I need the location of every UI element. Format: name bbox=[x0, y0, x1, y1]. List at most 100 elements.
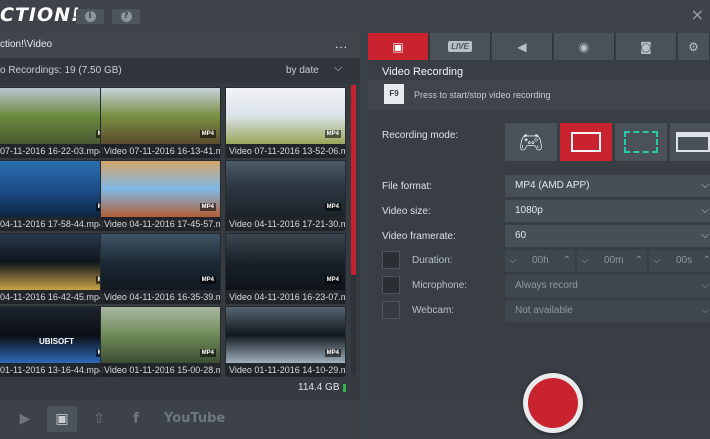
live-label: LIVE bbox=[448, 41, 472, 52]
webcam-icon: ◉ bbox=[578, 39, 590, 54]
thumbnail-caption: Video 04-11-2016 16-23-07.mp4 bbox=[226, 290, 345, 304]
thumbnail-caption: Video 04-11-2016 16-35-39.mp4 bbox=[101, 290, 220, 304]
video-thumbnail[interactable]: MP4 Video 07-11-2016 13-52-06.mp4 bbox=[225, 87, 346, 158]
thumbnail-grid: MP4 07-11-2016 16-22-03.mp4 MP4 Video 07-11… bbox=[0, 87, 350, 411]
mode-tabs: ▣ LIVE ◀ ◉ ◙ ⚙ bbox=[368, 33, 710, 60]
game-mode-button[interactable]: 🎮︎ bbox=[505, 123, 557, 161]
hotkey-row: F9 Press to start/stop video recording bbox=[368, 80, 710, 110]
record-button[interactable] bbox=[523, 373, 583, 433]
format-badge: MP4 bbox=[324, 203, 341, 211]
duration-hours[interactable]: ⌵ 00h ⌃ bbox=[505, 250, 575, 272]
microphone-label: Microphone: bbox=[412, 280, 468, 291]
open-folder-button[interactable]: ▣ bbox=[47, 406, 77, 432]
duration-checkbox[interactable] bbox=[382, 251, 400, 269]
tab-settings[interactable]: ⚙ bbox=[678, 33, 710, 60]
thumbnail-caption: Video 04-11-2016 17-45-57.mp4 bbox=[101, 217, 220, 231]
thumbnail-caption: 07-11-2016 16-22-03.mp4 bbox=[0, 144, 116, 158]
play-button[interactable]: ▶ bbox=[10, 406, 40, 432]
duration-minutes[interactable]: ⌵ 00m ⌃ bbox=[577, 250, 647, 272]
library-toolbar: ▶ ▣ ⇧ f YouTube bbox=[0, 400, 360, 439]
more-options-button[interactable]: ... bbox=[335, 37, 348, 51]
window-icon bbox=[675, 132, 710, 152]
hotkey-badge[interactable]: F9 bbox=[384, 84, 404, 104]
recording-mode-label: Recording mode: bbox=[382, 130, 459, 141]
thumbnail-caption: 04-11-2016 16-42-45.mp4 bbox=[0, 290, 116, 304]
chevron-down-icon: ⌵ bbox=[509, 255, 517, 266]
tab-screenshot[interactable]: ◙ bbox=[616, 33, 677, 60]
video-thumbnail[interactable]: MP4 Video 04-11-2016 16-35-39.mp4 bbox=[100, 233, 221, 304]
folder-path: ction!\Video bbox=[0, 39, 53, 50]
video-size-select[interactable]: 1080p ⌵ bbox=[505, 200, 710, 222]
chevron-up-icon: ⌃ bbox=[562, 255, 571, 266]
screen-mode-button[interactable] bbox=[560, 123, 612, 161]
thumbnail-caption: 01-11-2016 13-16-44.mp4 bbox=[0, 363, 116, 377]
file-format-value: MP4 (AMD APP) bbox=[515, 180, 590, 191]
thumbnail-caption: Video 07-11-2016 16-13-41.mp4 bbox=[101, 144, 220, 158]
thumbnail-caption: Video 07-11-2016 13-52-06.mp4 bbox=[226, 144, 345, 158]
webcam-value: Not available bbox=[515, 305, 573, 316]
video-thumbnail[interactable]: MP4 Video 01-11-2016 14-10-29.mp4 bbox=[225, 306, 346, 377]
ubisoft-logo: UBISOFT bbox=[38, 337, 75, 346]
tab-audio[interactable]: ◀ bbox=[492, 33, 553, 60]
video-thumbnail[interactable]: MP4 Video 04-11-2016 16-23-07.mp4 bbox=[225, 233, 346, 304]
recordings-info-bar: o Recordings: 19 (7.50 GB) by date ⌵ bbox=[0, 58, 360, 83]
title-bar: CTION! i ? × bbox=[0, 0, 710, 33]
window-mode-button[interactable] bbox=[670, 123, 710, 161]
tab-webcam[interactable]: ◉ bbox=[554, 33, 615, 60]
help-icon: ? bbox=[120, 11, 132, 22]
close-icon[interactable]: × bbox=[691, 5, 704, 24]
region-icon bbox=[624, 131, 658, 153]
camera-icon: ◙ bbox=[640, 39, 652, 54]
upload-button[interactable]: ⇧ bbox=[84, 406, 114, 432]
tab-live[interactable]: LIVE bbox=[430, 33, 491, 60]
sort-dropdown[interactable]: by date bbox=[286, 65, 319, 76]
file-format-label: File format: bbox=[382, 181, 433, 192]
chevron-down-icon: ⌵ bbox=[701, 205, 709, 216]
duration-seconds[interactable]: ⌵ 00s ⌃ bbox=[649, 250, 710, 272]
microphone-select[interactable]: Always record ⌵ bbox=[505, 275, 710, 297]
format-badge: MP4 bbox=[324, 276, 341, 284]
webcam-label: Webcam: bbox=[412, 305, 455, 316]
info-icon: i bbox=[84, 11, 96, 22]
thumbnail-caption: Video 04-11-2016 17-21-30.mp4 bbox=[226, 217, 345, 231]
format-badge: MP4 bbox=[199, 130, 216, 138]
recordings-count: o Recordings: 19 (7.50 GB) bbox=[0, 65, 122, 76]
webcam-select[interactable]: Not available ⌵ bbox=[505, 300, 710, 322]
video-size-label: Video size: bbox=[382, 206, 431, 217]
video-thumbnail[interactable]: MP4 Video 04-11-2016 17-45-57.mp4 bbox=[100, 160, 221, 231]
framerate-label: Video framerate: bbox=[382, 231, 456, 242]
microphone-checkbox[interactable] bbox=[382, 276, 400, 294]
speaker-icon: ◀ bbox=[517, 39, 527, 54]
chevron-down-icon: ⌵ bbox=[701, 305, 709, 316]
webcam-checkbox[interactable] bbox=[382, 301, 400, 319]
video-size-value: 1080p bbox=[515, 205, 543, 216]
area-mode-button[interactable] bbox=[615, 123, 667, 161]
folder-path-bar: ction!\Video ... bbox=[0, 33, 360, 58]
duration-label: Duration: bbox=[412, 255, 453, 266]
chevron-down-icon: ⌵ bbox=[653, 255, 661, 266]
chevron-down-icon: ⌵ bbox=[701, 230, 709, 241]
thumbnail-caption: 04-11-2016 17-58-44.mp4 bbox=[0, 217, 116, 231]
storage-free: 114.4 GB bbox=[298, 382, 340, 393]
video-thumbnail[interactable]: MP4 Video 07-11-2016 16-13-41.mp4 bbox=[100, 87, 221, 158]
help-button[interactable]: ? bbox=[112, 9, 140, 24]
section-title: Video Recording bbox=[382, 66, 464, 78]
hours-value: 00h bbox=[532, 255, 549, 266]
video-thumbnail[interactable]: MP4 Video 04-11-2016 17-21-30.mp4 bbox=[225, 160, 346, 231]
framerate-select[interactable]: 60 ⌵ bbox=[505, 225, 710, 247]
video-thumbnail[interactable]: MP4 Video 01-11-2016 15-00-28.mp4 bbox=[100, 306, 221, 377]
chevron-down-icon: ⌵ bbox=[701, 180, 709, 191]
format-badge: MP4 bbox=[199, 203, 216, 211]
format-badge: MP4 bbox=[324, 349, 341, 357]
facebook-button[interactable]: f bbox=[121, 406, 151, 432]
file-format-select[interactable]: MP4 (AMD APP) ⌵ bbox=[505, 175, 710, 197]
chevron-down-icon[interactable]: ⌵ bbox=[334, 62, 342, 75]
youtube-button[interactable]: YouTube bbox=[164, 406, 225, 432]
scrollbar-thumb[interactable] bbox=[351, 85, 356, 275]
info-button[interactable]: i bbox=[76, 9, 104, 24]
gear-icon: ⚙ bbox=[688, 39, 699, 54]
app-window: CTION! i ? × ction!\Video ... o Recordin… bbox=[0, 0, 710, 439]
scrollbar-track[interactable] bbox=[351, 275, 356, 375]
thumbnail-caption: Video 01-11-2016 15-00-28.mp4 bbox=[101, 363, 220, 377]
tab-video[interactable]: ▣ bbox=[368, 33, 429, 60]
